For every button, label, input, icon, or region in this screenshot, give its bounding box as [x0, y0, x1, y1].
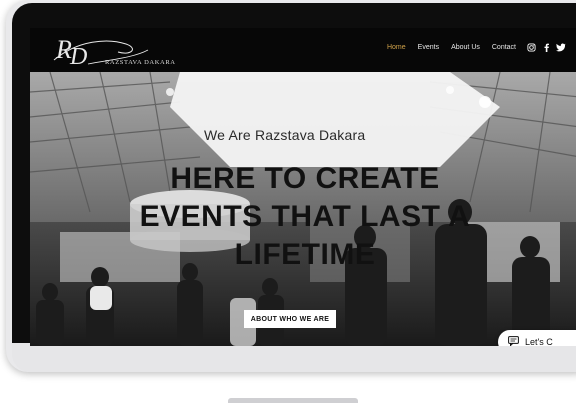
nav-about-us[interactable]: About Us	[451, 44, 480, 51]
chat-label: Let's C	[525, 337, 553, 346]
monitor-chin	[12, 343, 576, 372]
chat-widget-button[interactable]: Let's C	[498, 330, 576, 346]
logo-letter-d: D	[69, 44, 87, 70]
hero-headline-line-3: LIFETIME	[234, 238, 376, 271]
hero-headline: HERE TO CREATE EVENTS THAT LAST A LIFETI…	[30, 160, 576, 274]
main-nav: Home Events About Us Contact	[387, 44, 516, 51]
chat-bubble-icon	[508, 336, 519, 346]
hero-headline-line-2: EVENTS THAT LAST A	[139, 200, 471, 233]
hero-headline-line-1: HERE TO CREATE	[170, 162, 440, 195]
nav-contact[interactable]: Contact	[492, 44, 516, 51]
brand-name: RAZSTAVA DAKARA	[105, 59, 176, 66]
website-screen: R D RAZSTAVA DAKARA Home Events About Us…	[30, 28, 576, 346]
nav-home[interactable]: Home	[387, 44, 406, 51]
facebook-icon[interactable]	[541, 42, 551, 52]
twitter-icon[interactable]	[556, 42, 566, 52]
nav-events[interactable]: Events	[418, 44, 439, 51]
monitor-stand	[228, 398, 358, 403]
hero-section: We Are Razstava Dakara HERE TO CREATE EV…	[30, 72, 576, 346]
hero-subtitle: We Are Razstava Dakara	[204, 127, 366, 143]
instagram-icon[interactable]	[526, 42, 536, 52]
social-links	[526, 42, 566, 52]
site-logo[interactable]: R D RAZSTAVA DAKARA	[48, 30, 175, 70]
about-who-we-are-button[interactable]: ABOUT WHO WE ARE	[244, 310, 336, 328]
site-header: R D RAZSTAVA DAKARA Home Events About Us…	[30, 28, 576, 72]
